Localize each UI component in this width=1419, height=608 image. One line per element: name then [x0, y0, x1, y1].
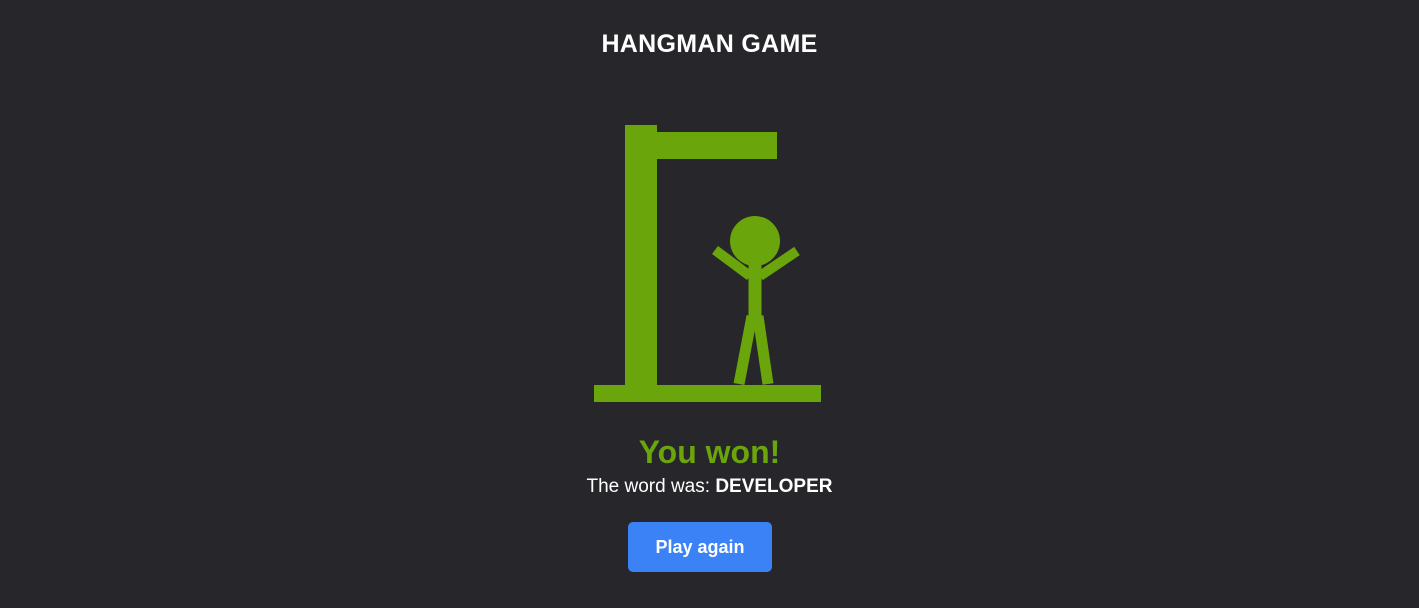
play-again-button[interactable]: Play again [628, 522, 772, 572]
hangman-drawing [594, 125, 821, 402]
word-prefix: The word was: [586, 476, 716, 497]
game-page: HANGMAN GAME You won! The word was: DEVE… [0, 0, 1419, 608]
figure-left-leg [733, 314, 758, 386]
figure-head [730, 216, 780, 266]
gallows-post [625, 125, 657, 387]
figure-right-leg [752, 315, 774, 385]
game-result: You won! [638, 434, 781, 470]
gallows-beam [657, 132, 777, 159]
gallows-base [594, 385, 821, 402]
revealed-word-line: The word was: DEVELOPER [0, 474, 1419, 500]
revealed-word: DEVELOPER [715, 476, 833, 497]
